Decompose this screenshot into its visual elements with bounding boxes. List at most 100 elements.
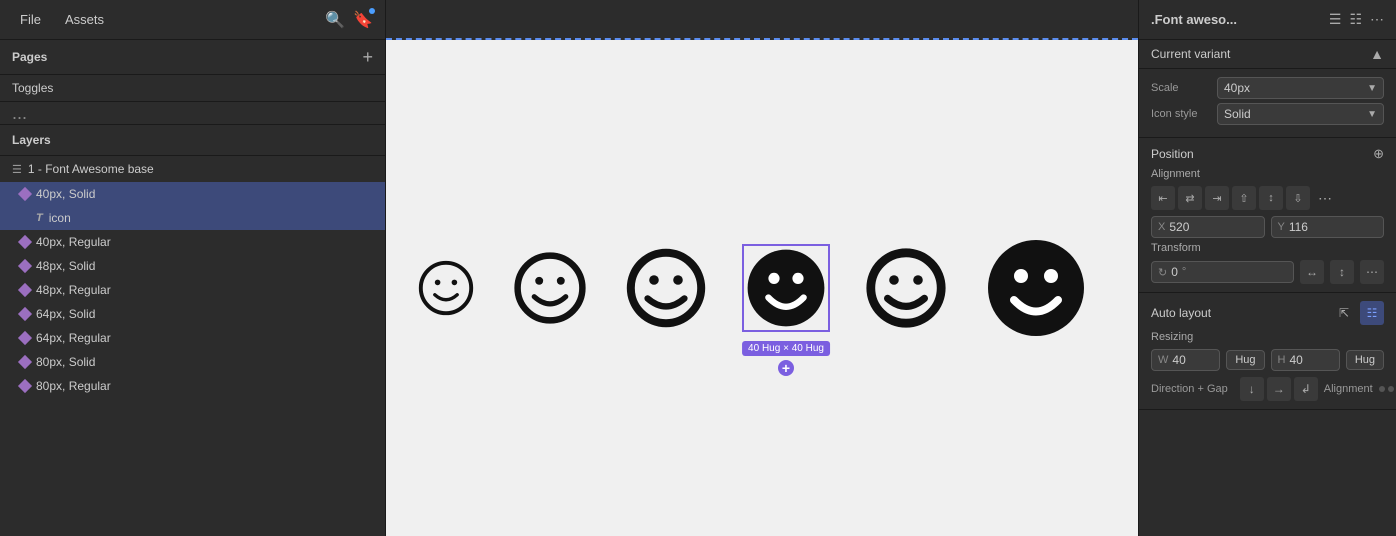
layer-item-label-3: 48px, Solid bbox=[36, 259, 95, 273]
smiley-face-6 bbox=[986, 238, 1086, 338]
align-more-btn[interactable]: ⋯ bbox=[1313, 186, 1337, 210]
align-hcenter-btn[interactable]: ⇄ bbox=[1178, 186, 1202, 210]
layer-item-0[interactable]: 40px, Solid bbox=[0, 182, 385, 206]
smiley-1[interactable] bbox=[418, 260, 474, 316]
icon-style-dropdown-arrow: ▼ bbox=[1367, 109, 1377, 120]
height-field[interactable]: H 40 bbox=[1271, 349, 1340, 371]
layer-item-4[interactable]: 48px, Regular bbox=[0, 278, 385, 302]
scale-section: Scale 40px ▼ Icon style Solid ▼ bbox=[1139, 69, 1396, 138]
rotation-value: 0 bbox=[1171, 265, 1178, 279]
align-left-btn[interactable]: ⇤ bbox=[1151, 186, 1175, 210]
y-field[interactable]: Y 116 bbox=[1271, 216, 1385, 238]
layer-item-icon[interactable]: T icon bbox=[0, 206, 385, 230]
alignment-label: Alignment bbox=[1151, 168, 1384, 180]
rotation-label: ↻ bbox=[1158, 266, 1167, 279]
scale-value: 40px bbox=[1224, 81, 1250, 95]
scale-dropdown-arrow: ▼ bbox=[1367, 83, 1377, 94]
smiley-2[interactable] bbox=[514, 252, 586, 324]
layers-header: Layers bbox=[0, 125, 385, 156]
width-field[interactable]: W 40 bbox=[1151, 349, 1220, 371]
direction-right-btn[interactable]: → bbox=[1267, 377, 1291, 401]
page-item-toggles[interactable]: Toggles bbox=[0, 75, 385, 102]
auto-layout-section: Auto layout ⇱ ☷ Resizing W 40 Hug H 40 H… bbox=[1139, 293, 1396, 410]
diamond-icon-2 bbox=[18, 235, 32, 249]
current-variant-row: Current variant ▲ bbox=[1139, 40, 1396, 69]
direction-wrap-btn[interactable]: ↲ bbox=[1294, 377, 1318, 401]
w-label: W bbox=[1158, 354, 1168, 366]
alignment-dots bbox=[1379, 386, 1396, 392]
add-page-button[interactable]: + bbox=[362, 48, 373, 66]
resizing-row: W 40 Hug H 40 Hug bbox=[1151, 349, 1384, 371]
smiley-face-5 bbox=[866, 248, 946, 328]
autolayout-expand-btn[interactable]: ⇱ bbox=[1332, 301, 1356, 325]
scale-row: Scale 40px ▼ bbox=[1151, 77, 1384, 99]
page-item-more[interactable]: ... bbox=[0, 102, 385, 125]
canvas-area[interactable]: 40 Hug × 40 Hug + bbox=[386, 0, 1138, 536]
top-bar-icons: 🔍 🔖 bbox=[325, 10, 373, 30]
icon-style-label: Icon style bbox=[1151, 108, 1211, 120]
smiley-face-2 bbox=[514, 252, 586, 324]
flip-v-btn[interactable]: ↕ bbox=[1330, 260, 1354, 284]
scale-label: Scale bbox=[1151, 82, 1211, 94]
layer-item-5[interactable]: 64px, Solid bbox=[0, 302, 385, 326]
direction-gap-label: Direction + Gap bbox=[1151, 383, 1228, 395]
w-hug-btn[interactable]: Hug bbox=[1226, 350, 1264, 370]
adjust-icon[interactable]: ☰ bbox=[1329, 11, 1342, 28]
position-title: Position bbox=[1151, 147, 1194, 161]
bookmark-icon[interactable]: 🔖 bbox=[353, 10, 373, 30]
degree-symbol: ° bbox=[1182, 266, 1186, 278]
position-icon[interactable]: ⊕ bbox=[1373, 146, 1384, 162]
scale-select[interactable]: 40px ▼ bbox=[1217, 77, 1384, 99]
align-right-btn[interactable]: ⇥ bbox=[1205, 186, 1229, 210]
smiley-plus-icon[interactable]: + bbox=[778, 360, 794, 376]
x-field[interactable]: X 520 bbox=[1151, 216, 1265, 238]
align-top-btn[interactable]: ⇧ bbox=[1232, 186, 1256, 210]
transform-more-btn[interactable]: ⋯ bbox=[1360, 260, 1384, 284]
position-row: X 520 Y 116 bbox=[1151, 216, 1384, 238]
file-menu[interactable]: File bbox=[12, 8, 49, 31]
icon-style-select[interactable]: Solid ▼ bbox=[1217, 103, 1384, 125]
x-value: 520 bbox=[1169, 220, 1189, 234]
align-bottom-btn[interactable]: ⇩ bbox=[1286, 186, 1310, 210]
smiley-4-selected[interactable]: 40 Hug × 40 Hug + bbox=[746, 248, 826, 328]
smiley-3[interactable] bbox=[626, 248, 706, 328]
layer-item-label-6: 64px, Regular bbox=[36, 331, 111, 345]
autolayout-title: Auto layout bbox=[1151, 306, 1211, 320]
layer-item-label-2: 40px, Regular bbox=[36, 235, 111, 249]
layer-item-label-4: 48px, Regular bbox=[36, 283, 111, 297]
canvas-top-ruler bbox=[386, 0, 1138, 40]
layer-item-3[interactable]: 48px, Solid bbox=[0, 254, 385, 278]
rotation-field[interactable]: ↻ 0 ° bbox=[1151, 261, 1294, 283]
layer-item-7[interactable]: 80px, Solid bbox=[0, 350, 385, 374]
smiley-5[interactable] bbox=[866, 248, 946, 328]
search-icon[interactable]: 🔍 bbox=[325, 10, 345, 30]
align-vcenter-btn[interactable]: ↕ bbox=[1259, 186, 1283, 210]
h-hug-btn[interactable]: Hug bbox=[1346, 350, 1384, 370]
direction-down-btn[interactable]: ↓ bbox=[1240, 377, 1264, 401]
autolayout-icons: ⇱ ☷ bbox=[1332, 301, 1384, 325]
y-label: Y bbox=[1278, 221, 1285, 233]
layer-item-2[interactable]: 40px, Regular bbox=[0, 230, 385, 254]
assets-menu[interactable]: Assets bbox=[57, 8, 112, 31]
flip-h-btn[interactable]: ↔ bbox=[1300, 260, 1324, 284]
grid-icon[interactable]: ☷ bbox=[1349, 11, 1362, 28]
right-panel: .Font aweso... ☰ ☷ ⋯ Current variant ▲ S… bbox=[1138, 0, 1396, 536]
icon-style-value: Solid bbox=[1224, 107, 1251, 121]
group-icon: ☰ bbox=[12, 163, 22, 176]
layer-item-label-0: 40px, Solid bbox=[36, 187, 95, 201]
layer-item-6[interactable]: 64px, Regular bbox=[0, 326, 385, 350]
layer-item-8[interactable]: 80px, Regular bbox=[0, 374, 385, 398]
x-label: X bbox=[1158, 221, 1165, 233]
autolayout-active-btn[interactable]: ☷ bbox=[1360, 301, 1384, 325]
current-variant-label: Current variant bbox=[1151, 47, 1230, 61]
smiley-6[interactable] bbox=[986, 238, 1086, 338]
layer-group-row[interactable]: ☰ 1 - Font Awesome base bbox=[0, 156, 385, 182]
layers-list: ☰ 1 - Font Awesome base 40px, Solid T ic… bbox=[0, 156, 385, 536]
current-variant-icon[interactable]: ▲ bbox=[1370, 46, 1384, 62]
diamond-icon-6 bbox=[18, 331, 32, 345]
right-panel-title: .Font aweso... bbox=[1151, 12, 1237, 27]
top-bar: File Assets 🔍 🔖 bbox=[0, 0, 385, 40]
position-section: Position ⊕ Alignment ⇤ ⇄ ⇥ ⇧ ↕ ⇩ ⋯ X 520… bbox=[1139, 138, 1396, 293]
diamond-icon-0 bbox=[18, 187, 32, 201]
more-icon[interactable]: ⋯ bbox=[1370, 11, 1384, 28]
